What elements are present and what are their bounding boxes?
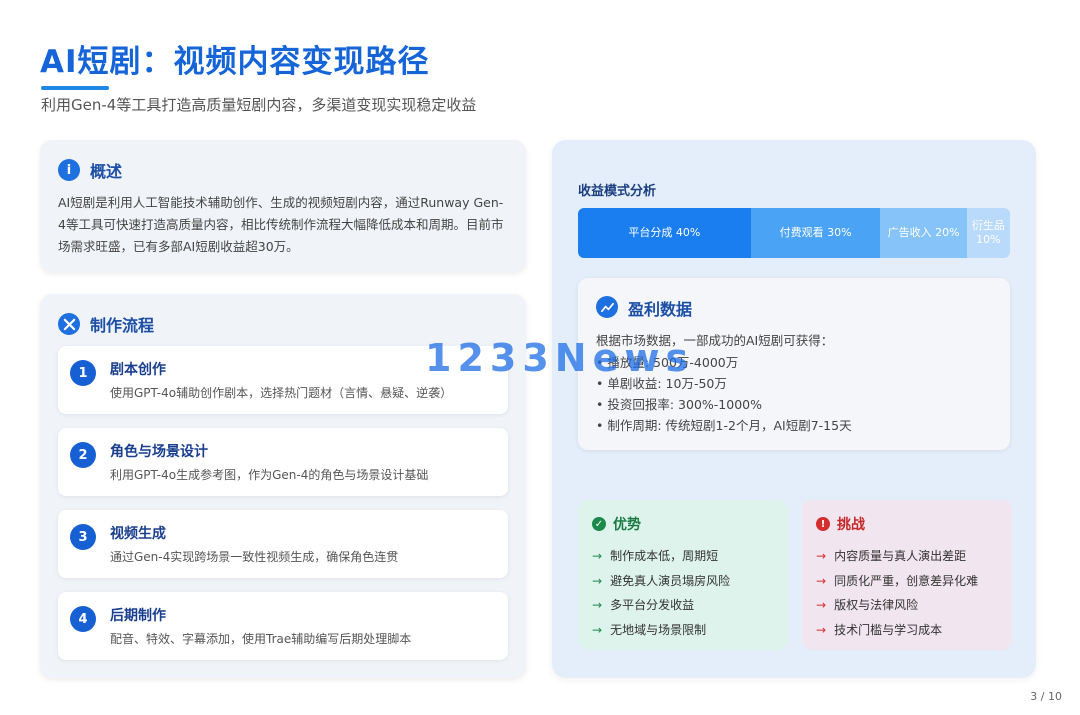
step-title: 角色与场景设计 [110,444,208,460]
trend-chart-icon [596,296,618,318]
profit-item: 制作周期: 传统短剧1-2个月，AI短剧7-15天 [596,415,851,436]
pros-list: → 制作成本低，周期短 → 避免真人演员塌房风险 → 多平台分发收益 → 无地域与场景限… [592,544,730,642]
revenue-segment: 平台分成 40% [578,208,751,258]
pros-item-text: 制作成本低，周期短 [610,549,719,563]
pros-item: → 制作成本低，周期短 [592,544,730,569]
overview-card: i 概述 AI短剧是利用人工智能技术辅助创作、生成的视频短剧内容，通过Runwa… [40,140,526,272]
info-icon: i [58,159,80,181]
title-underline [41,86,109,90]
check-icon: ✓ [592,517,606,531]
pros-item-text: 无地域与场景限制 [610,622,707,637]
workflow-step: 2 角色与场景设计 利用GPT-4o生成参考图，作为Gen-4的角色与场景设计基… [58,428,508,496]
arrow-right-icon: → [592,598,603,612]
arrow-right-icon: → [592,549,603,563]
tools-icon [58,313,80,335]
arrow-right-icon: → [592,573,603,588]
overview-text: AI短剧是利用人工智能技术辅助创作、生成的视频短剧内容，通过Runway Gen… [58,195,504,254]
page-title: AI短剧：视频内容变现路径 [40,44,430,80]
watermark: 1233News [425,336,695,380]
pros-title: 优势 [613,517,641,533]
cons-title: 挑战 [837,517,865,533]
profit-item: 投资回报率: 300%-1000% [596,394,852,415]
step-title: 剧本创作 [110,362,166,378]
step-description: 利用GPT-4o生成参考图，作为Gen-4的角色与场景设计基础 [110,468,429,482]
cons-card: ! 挑战 → 内容质量与真人演出差距 → 同质化严重，创意差异化难 → 版权与法律风险… [802,500,1012,650]
page-subtitle: 利用Gen-4等工具打造高质量短剧内容，多渠道变现实现稳定收益 [41,96,477,114]
revenue-segment: 广告收入 20% [880,208,967,258]
pros-item: → 无地域与场景限制 [592,618,730,643]
overview-title: 概述 [90,162,123,181]
arrow-right-icon: → [592,622,603,637]
step-number: 3 [70,524,96,550]
revenue-segment: 付费观看 30% [750,208,881,258]
arrow-right-icon: → [816,622,827,637]
workflow-title: 制作流程 [90,316,155,335]
revenue-bar: 平台分成 40% 付费观看 30% 广告收入 20% 衍生品 10% [578,208,1010,258]
cons-item-text: 内容质量与真人演出差距 [834,549,967,563]
step-description: 使用GPT-4o辅助创作剧本，选择热门题材（言情、悬疑、逆袭） [110,386,453,400]
pros-card: ✓ 优势 → 制作成本低，周期短 → 避免真人演员塌房风险 → 多平台分发收益 → 无地… [578,500,788,650]
step-title: 视频生成 [110,526,166,542]
pros-item: → 多平台分发收益 [592,593,730,618]
alert-icon: ! [816,517,830,531]
revenue-label: 收益模式分析 [578,184,657,199]
cons-item-text: 同质化严重，创意差异化难 [834,573,979,588]
pros-item-text: 多平台分发收益 [610,598,695,612]
step-number: 1 [70,360,96,386]
step-number: 2 [70,442,96,468]
revenue-segment: 衍生品 10% [966,208,1010,258]
cons-item-text: 版权与法律风险 [834,598,919,612]
page-number: 3 / 10 [1030,690,1062,703]
arrow-right-icon: → [816,573,827,588]
cons-item: → 版权与法律风险 [816,593,978,618]
step-description: 通过Gen-4实现跨场景一致性视频生成，确保角色连贯 [110,550,399,564]
workflow-step: 3 视频生成 通过Gen-4实现跨场景一致性视频生成，确保角色连贯 [58,510,508,578]
pros-item-text: 避免真人演员塌房风险 [610,573,731,588]
revenue-panel: 收益模式分析 平台分成 40% 付费观看 30% 广告收入 20% 衍生品 10% 盈… [552,140,1036,678]
cons-item: → 同质化严重，创意差异化难 [816,569,978,594]
profit-title: 盈利数据 [628,300,693,319]
pros-item: → 避免真人演员塌房风险 [592,569,730,594]
cons-item: → 内容质量与真人演出差距 [816,544,978,569]
cons-item-text: 技术门槛与学习成本 [834,622,943,637]
cons-item: → 技术门槛与学习成本 [816,618,978,643]
cons-list: → 内容质量与真人演出差距 → 同质化严重，创意差异化难 → 版权与法律风险 → 技术门… [816,544,978,642]
arrow-right-icon: → [816,598,827,612]
workflow-step: 4 后期制作 配音、特效、字幕添加，使用Trae辅助编写后期处理脚本 [58,592,508,660]
step-description: 配音、特效、字幕添加，使用Trae辅助编写后期处理脚本 [110,632,412,646]
arrow-right-icon: → [816,549,827,563]
step-title: 后期制作 [110,608,166,624]
step-number: 4 [70,606,96,632]
